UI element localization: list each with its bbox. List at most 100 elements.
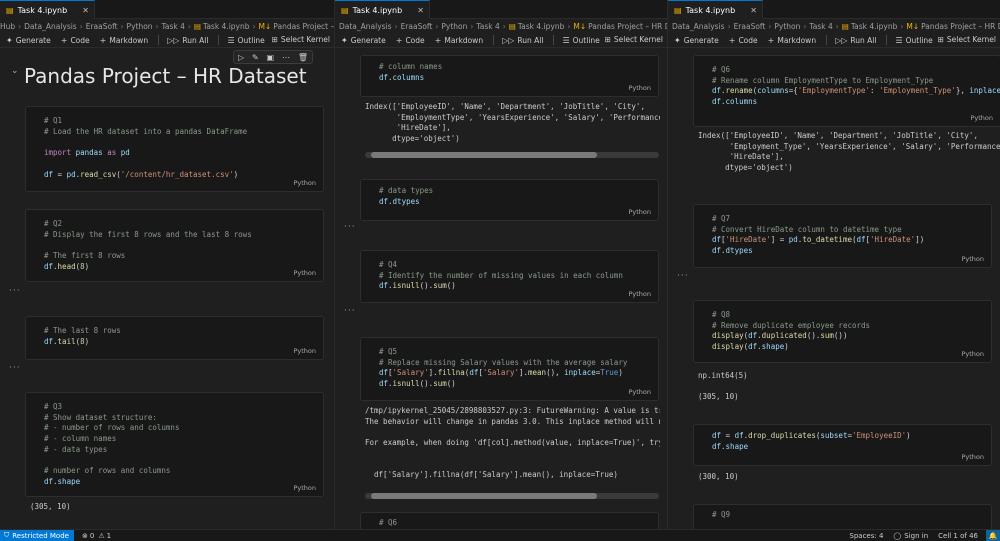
cell-code[interactable]: # Q7 # Convert HireDate column to dateti… xyxy=(712,214,924,257)
add-code-button[interactable]: + Code xyxy=(61,36,90,45)
cell-code[interactable]: # Q4 # Identify the number of missing va… xyxy=(379,260,623,292)
code-cell[interactable]: # Q7 # Convert HireDate column to dateti… xyxy=(693,204,992,268)
breadcrumb-item[interactable]: Pandas Project – HR Dataset xyxy=(273,22,334,31)
code-cell[interactable]: # Q6 # Rename column EmploymentType to E… xyxy=(693,55,1000,127)
cell-language[interactable]: Python xyxy=(628,290,651,298)
cell-language[interactable]: Python xyxy=(293,347,316,355)
cell-code[interactable]: # Q8 # Remove duplicate employee records… xyxy=(712,310,870,353)
close-icon[interactable]: ✕ xyxy=(417,6,424,15)
cell-language[interactable]: Python xyxy=(961,350,984,358)
select-kernel-button[interactable]: ⊞ Select Kernel xyxy=(938,35,996,44)
code-cell[interactable]: # Q1 # Load the HR dataset into a pandas… xyxy=(25,106,324,192)
more-icon[interactable]: ⋯ xyxy=(282,53,290,62)
scrollbar-thumb[interactable] xyxy=(371,152,597,158)
cell-language[interactable]: Python xyxy=(293,179,316,187)
problems-indicator[interactable]: ⊗ 0 ⚠ 1 xyxy=(82,532,111,540)
run-all-button[interactable]: ▷▷ Run All xyxy=(167,36,208,45)
tab-task4[interactable]: ▤ Task 4.ipynb ✕ xyxy=(335,0,430,19)
cell-code[interactable]: df = df.drop_duplicates(subset='Employee… xyxy=(712,431,911,452)
horizontal-scrollbar[interactable] xyxy=(365,152,659,158)
sign-in-button[interactable]: ◯ Sign in xyxy=(893,532,928,540)
breadcrumb-item[interactable]: Python xyxy=(774,22,800,31)
breadcrumb-item[interactable]: Pandas Project – HR Dataset xyxy=(921,22,1000,31)
scrollbar-thumb[interactable] xyxy=(371,493,597,499)
generate-button[interactable]: ✦ Generate xyxy=(6,36,51,45)
select-kernel-button[interactable]: ⊞ Select Kernel xyxy=(272,35,330,44)
breadcrumb-item[interactable]: Task 4 xyxy=(809,22,832,31)
breadcrumb-item[interactable]: EraaSoft xyxy=(401,22,433,31)
restricted-mode-badge[interactable]: ⛉ Restricted Mode xyxy=(0,529,74,541)
add-code-button[interactable]: + Code xyxy=(396,36,425,45)
add-markdown-button[interactable]: + Markdown xyxy=(100,36,148,45)
run-all-button[interactable]: ▷▷ Run All xyxy=(835,36,876,45)
add-markdown-button[interactable]: + Markdown xyxy=(435,36,483,45)
cell-code[interactable]: # Q2 # Display the first 8 rows and the … xyxy=(44,219,252,273)
code-cell[interactable]: # data types df.dtypes Python xyxy=(360,179,659,221)
breadcrumb-item[interactable]: EraaSoft xyxy=(86,22,118,31)
code-cell[interactable]: # Q3 # Show dataset structure: # - numbe… xyxy=(25,392,324,497)
code-cell[interactable]: # Q2 # Display the first 8 rows and the … xyxy=(25,209,324,282)
edit-icon[interactable]: ✎ xyxy=(252,53,259,62)
cell-position[interactable]: Cell 1 of 46 xyxy=(938,532,978,540)
breadcrumb-item[interactable]: Task 4 xyxy=(476,22,499,31)
cell-language[interactable]: Python xyxy=(628,84,651,92)
code-cell[interactable]: # The last 8 rows df.tail(8) Python xyxy=(25,316,324,360)
generate-button[interactable]: ✦ Generate xyxy=(341,36,386,45)
close-icon[interactable]: ✕ xyxy=(750,6,757,15)
cell-code[interactable]: # Q3 # Show dataset structure: # - numbe… xyxy=(44,402,179,488)
breadcrumb-item[interactable]: Task 4.ipynb xyxy=(203,22,250,31)
cell-code[interactable]: # The last 8 rows df.tail(8) xyxy=(44,326,121,347)
breadcrumb-item[interactable]: Hub xyxy=(0,22,15,31)
code-cell[interactable]: # Q6 xyxy=(360,512,659,529)
cell-code[interactable]: # Q1 # Load the HR dataset into a pandas… xyxy=(44,116,247,180)
close-icon[interactable]: ✕ xyxy=(82,6,89,15)
cell-code[interactable]: # Q6 # Rename column EmploymentType to E… xyxy=(712,65,1000,108)
split-icon[interactable]: ▣ xyxy=(267,53,275,62)
code-cell[interactable]: # Q8 # Remove duplicate employee records… xyxy=(693,300,992,363)
breadcrumb-item[interactable]: Pandas Project – HR Dataset xyxy=(588,22,667,31)
breadcrumb-item[interactable]: Data_Analysis xyxy=(672,22,725,31)
breadcrumb-item[interactable]: Python xyxy=(441,22,467,31)
run-all-button[interactable]: ▷▷ Run All xyxy=(502,36,543,45)
cell-code[interactable]: # Q6 xyxy=(379,518,397,529)
cell-code[interactable]: # column names df.columns xyxy=(379,62,442,83)
horizontal-scrollbar[interactable] xyxy=(365,493,659,499)
more-output-icon[interactable]: ··· xyxy=(9,286,21,296)
add-code-button[interactable]: + Code xyxy=(729,36,758,45)
breadcrumb-item[interactable]: Data_Analysis xyxy=(339,22,392,31)
outline-button[interactable]: ☰ Outline xyxy=(895,36,932,45)
code-cell[interactable]: df = df.drop_duplicates(subset='Employee… xyxy=(693,424,992,466)
tab-task4[interactable]: ▤ Task 4.ipynb ✕ xyxy=(0,0,95,19)
code-cell[interactable]: # Q9 xyxy=(693,504,992,529)
code-cell[interactable]: # column names df.columns Python xyxy=(360,55,659,97)
add-markdown-button[interactable]: + Markdown xyxy=(768,36,816,45)
cell-language[interactable]: Python xyxy=(293,484,316,492)
breadcrumb-item[interactable]: Task 4 xyxy=(162,22,185,31)
code-cell[interactable]: # Q5 # Replace missing Salary values wit… xyxy=(360,337,659,401)
cell-language[interactable]: Python xyxy=(970,114,993,122)
code-cell[interactable]: # Q4 # Identify the number of missing va… xyxy=(360,250,659,303)
breadcrumb-item[interactable]: Task 4.ipynb xyxy=(851,22,898,31)
more-output-icon[interactable]: ··· xyxy=(344,222,356,232)
cell-language[interactable]: Python xyxy=(628,208,651,216)
chevron-down-icon[interactable]: ⌄ xyxy=(11,66,19,76)
cell-language[interactable]: Python xyxy=(628,388,651,396)
bell-icon[interactable]: 🔔 xyxy=(986,529,1000,541)
cell-code[interactable]: # Q9 xyxy=(712,510,730,521)
more-output-icon[interactable]: ··· xyxy=(677,271,689,281)
cell-code[interactable]: # data types df.dtypes xyxy=(379,186,433,207)
cell-language[interactable]: Python xyxy=(961,255,984,263)
outline-button[interactable]: ☰ Outline xyxy=(227,36,264,45)
tab-task4[interactable]: ▤ Task 4.ipynb ✕ xyxy=(668,0,763,19)
more-output-icon[interactable]: ··· xyxy=(344,306,356,316)
breadcrumb-item[interactable]: Task 4.ipynb xyxy=(518,22,565,31)
run-icon[interactable]: ▷ xyxy=(238,53,244,62)
delete-icon[interactable]: 🗑 xyxy=(298,53,308,62)
outline-button[interactable]: ☰ Outline xyxy=(562,36,599,45)
cell-code[interactable]: # Q5 # Replace missing Salary values wit… xyxy=(379,347,627,390)
breadcrumb-item[interactable]: Python xyxy=(127,22,153,31)
cell-language[interactable]: Python xyxy=(293,269,316,277)
generate-button[interactable]: ✦ Generate xyxy=(674,36,719,45)
more-output-icon[interactable]: ··· xyxy=(9,363,21,373)
spaces-indicator[interactable]: Spaces: 4 xyxy=(849,532,883,540)
